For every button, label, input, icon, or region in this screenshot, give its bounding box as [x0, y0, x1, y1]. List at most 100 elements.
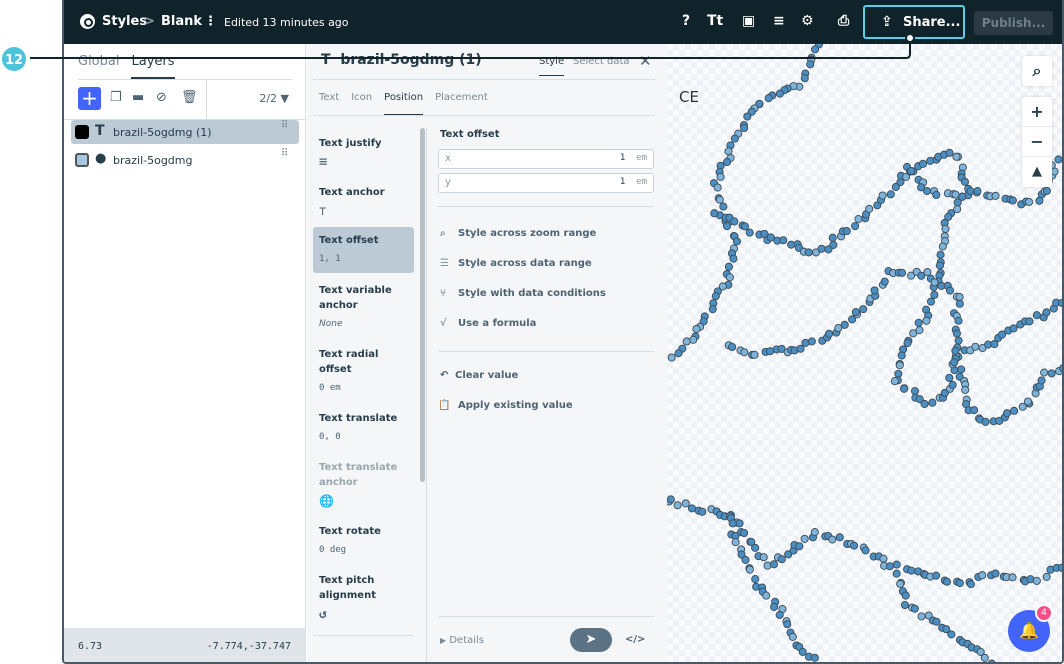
tab-placement[interactable]: Placement	[435, 92, 488, 115]
layer-title: T brazil-5ogdmg (1)	[321, 52, 482, 68]
map-point	[879, 554, 888, 563]
layer-filter[interactable]: 2/2 ▼	[259, 92, 289, 105]
prop-text-translate-anchor[interactable]: Text translate anchor 🌐	[313, 454, 414, 515]
prop-text-anchor[interactable]: Text anchor ⊤	[313, 179, 414, 225]
justify-icon: ≡	[319, 154, 328, 170]
map-point	[930, 278, 939, 287]
breadcrumb-style-name[interactable]: Blank	[161, 14, 202, 29]
tab-global[interactable]: Global	[78, 54, 119, 79]
code-view-button[interactable]: </>	[625, 634, 645, 645]
text-layer-icon: T	[321, 52, 331, 68]
more-options-icon[interactable]: ⋮	[204, 14, 217, 29]
map-point	[751, 543, 760, 552]
use-formula-button[interactable]: √ Use a formula	[440, 318, 536, 329]
map-point	[723, 157, 732, 167]
layers-panel: Global Layers + ❐ ▬ ⊘ 🗑 2/2 ▼ T brazil-5…	[64, 44, 306, 662]
mapbox-logo-icon[interactable]	[80, 14, 95, 29]
map-point	[970, 406, 979, 415]
offset-y-input[interactable]: y1 em	[438, 173, 654, 193]
map-point	[674, 349, 683, 358]
map-point	[917, 612, 926, 621]
zoom-out-button[interactable]: −	[1022, 127, 1052, 157]
map-point	[880, 277, 889, 286]
trash-icon[interactable]: 🗑	[181, 90, 198, 105]
tab-icon[interactable]: Icon	[351, 92, 372, 115]
map-point	[861, 546, 870, 555]
map-point	[945, 286, 955, 295]
scrollbar[interactable]	[420, 128, 425, 482]
settings-gear-icon[interactable]: ⚙	[801, 13, 814, 29]
map-point	[971, 342, 980, 351]
close-icon[interactable]: ✕	[639, 52, 652, 70]
zoom-in-button[interactable]: +	[1022, 97, 1052, 127]
map-point	[751, 575, 760, 584]
map-point	[890, 377, 899, 386]
prop-text-pitch-alignment[interactable]: Text pitch alignment ↺	[313, 567, 414, 628]
prop-text-radial-offset[interactable]: Text radial offset 0 em	[313, 341, 414, 402]
style-data-conditions-button[interactable]: ⑂ Style with data conditions	[440, 288, 606, 299]
folder-icon[interactable]: ▬	[132, 90, 144, 105]
map-point	[920, 399, 929, 409]
map-point	[824, 329, 834, 338]
tab-layers[interactable]: Layers	[131, 54, 175, 79]
history-icon[interactable]: ≡	[773, 13, 785, 29]
style-zoom-range-button[interactable]: ⌕ Style across zoom range	[440, 228, 596, 239]
prop-text-offset[interactable]: Text offset 1, 1	[313, 227, 414, 273]
style-data-range-button[interactable]: ☰ Style across data range	[440, 258, 592, 269]
images-icon[interactable]: ▣	[742, 13, 755, 29]
map-point	[1059, 364, 1062, 373]
map-point	[687, 504, 697, 513]
tab-text[interactable]: Text	[319, 92, 339, 115]
map-point	[947, 630, 956, 639]
map-zoom-controls: + − ▲	[1022, 97, 1052, 187]
help-icon[interactable]: ?	[682, 13, 690, 29]
drag-handle-icon[interactable]: ⠿	[281, 149, 291, 159]
map-point	[978, 571, 987, 580]
zoom-range-icon: ⌕	[440, 228, 446, 239]
breadcrumb-styles[interactable]: Styles	[102, 14, 147, 29]
map-point	[1042, 186, 1051, 195]
map-point	[729, 254, 738, 263]
map-canvas[interactable]: CE ⌕ + − ▲	[667, 44, 1062, 662]
tab-select-data[interactable]: Select data	[573, 56, 630, 67]
hide-icon[interactable]: ⊘	[156, 90, 167, 105]
map-search-button[interactable]: ⌕	[1022, 56, 1052, 86]
map-point	[955, 299, 964, 308]
layer-count: 2/2	[259, 92, 278, 105]
map-point	[743, 112, 752, 121]
tab-style[interactable]: Style	[539, 56, 565, 76]
prop-text-variable-anchor[interactable]: Text variable anchor None	[313, 277, 414, 338]
compass-button[interactable]: ▲	[1022, 157, 1052, 187]
map-point	[851, 222, 860, 231]
map-point	[859, 305, 868, 314]
prop-text-justify[interactable]: Text justify ≡	[313, 130, 414, 176]
drag-handle-icon[interactable]: ⠿	[281, 121, 291, 131]
apply-existing-value-button[interactable]: 📋 Apply existing value	[438, 400, 573, 411]
publish-button[interactable]: Publish...	[974, 11, 1053, 35]
map-point	[910, 604, 919, 613]
map-point	[788, 632, 797, 641]
map-point	[810, 528, 819, 537]
map-point	[892, 569, 901, 578]
offset-x-input[interactable]: x1 em	[438, 149, 654, 169]
share-button[interactable]: ⇪ Share...	[863, 5, 965, 39]
fonts-icon[interactable]: Tt	[707, 13, 723, 29]
tab-position[interactable]: Position	[384, 92, 424, 115]
prop-text-translate[interactable]: Text translate 0, 0	[313, 405, 414, 451]
inspect-cursor-button[interactable]: ➤	[570, 628, 612, 652]
clear-value-button[interactable]: ↶ Clear value	[440, 370, 518, 381]
print-icon[interactable]: ⎙	[838, 13, 849, 29]
map-point	[951, 346, 960, 355]
layer-item[interactable]: T brazil-5ogdmg (1) ⠿	[71, 120, 299, 144]
map-point	[698, 507, 707, 516]
map-point	[829, 240, 838, 249]
layer-item[interactable]: ● brazil-5ogdmg ⠿	[71, 148, 299, 172]
duplicate-icon[interactable]: ❐	[110, 90, 122, 105]
prop-text-rotate[interactable]: Text rotate 0 deg	[313, 518, 414, 564]
map-point	[907, 166, 916, 176]
map-point	[725, 273, 734, 282]
map-point	[955, 578, 964, 588]
add-layer-button[interactable]: +	[78, 87, 101, 110]
map-point	[1009, 324, 1018, 333]
details-toggle[interactable]: ▶ Details	[440, 635, 484, 646]
